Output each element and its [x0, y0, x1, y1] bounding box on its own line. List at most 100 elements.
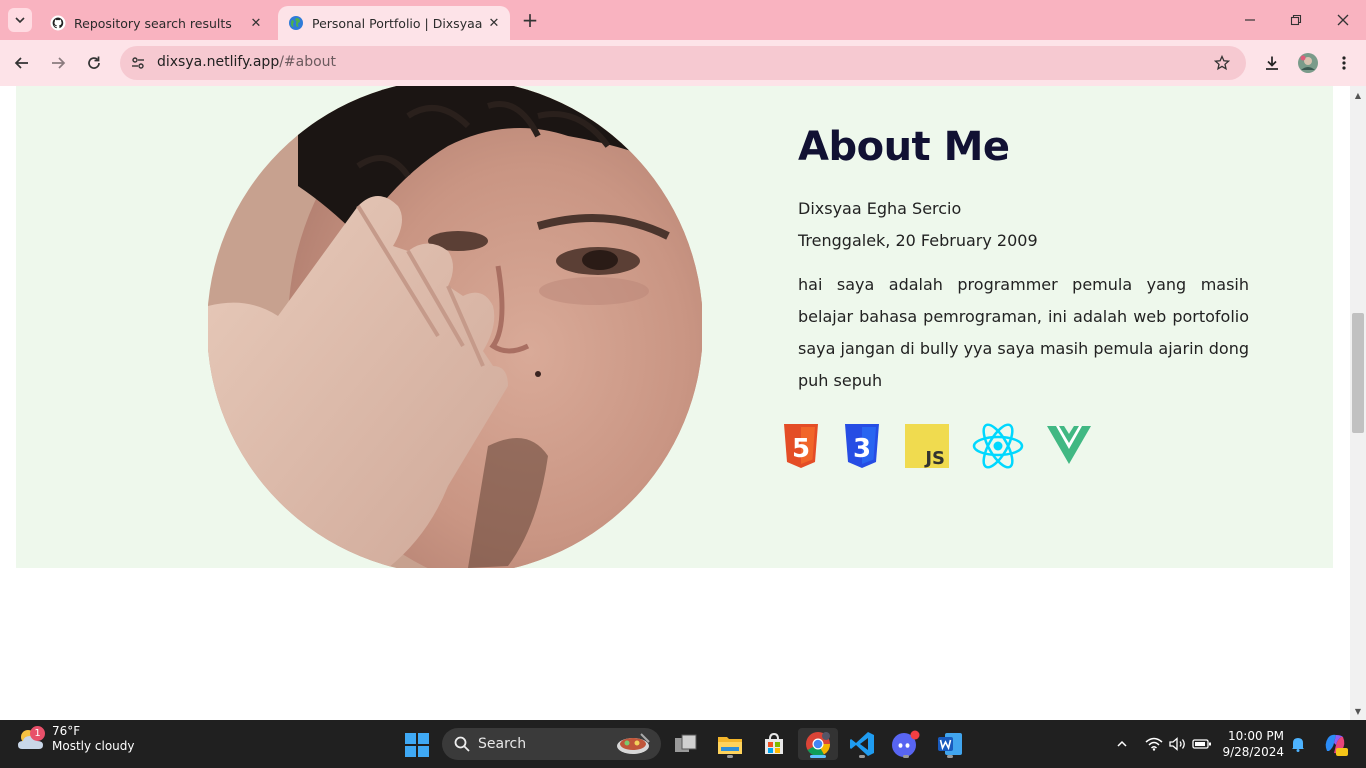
notifications-button[interactable]: [1288, 734, 1308, 754]
word-button[interactable]: [930, 728, 970, 760]
about-birth-info: Trenggalek, 20 February 2009: [798, 231, 1038, 250]
volume-icon: [1169, 737, 1185, 751]
scroll-up-arrow-icon[interactable]: ▲: [1350, 88, 1366, 102]
tab-strip: Repository search results ✕ Personal Por…: [0, 0, 1366, 40]
battery-icon: [1192, 739, 1211, 749]
react-icon: [971, 423, 1025, 469]
notification-badge: 1: [30, 726, 45, 741]
chrome-icon: [806, 732, 830, 757]
word-icon: [938, 733, 962, 755]
bookmark-button[interactable]: [1210, 51, 1234, 75]
volume-status[interactable]: [1168, 734, 1188, 754]
vscode-button[interactable]: [842, 728, 882, 760]
globe-icon: [289, 16, 303, 30]
taskbar: 76°F Mostly cloudy 1 Search 10:00 PM 9/2…: [0, 720, 1366, 768]
running-indicator: [727, 755, 733, 758]
profile-photo-image: [208, 86, 702, 568]
discord-button[interactable]: [886, 728, 926, 760]
tune-icon: [132, 57, 144, 69]
tab-personal-portfolio[interactable]: Personal Portfolio | Dixsyaa ✕: [278, 6, 510, 40]
wifi-status[interactable]: [1144, 734, 1164, 754]
avatar: [1298, 53, 1318, 73]
vue-icon: [1046, 423, 1092, 469]
search-highlight-icon: [617, 733, 650, 754]
downloads-button[interactable]: [1260, 51, 1284, 75]
chevron-down-icon: [15, 17, 25, 24]
javascript-icon-label: JS: [923, 448, 945, 468]
browser-menu-button[interactable]: [1332, 51, 1356, 75]
html5-icon: 5: [781, 423, 821, 469]
chevron-up-icon: [1117, 740, 1127, 747]
show-hidden-icons-button[interactable]: [1112, 734, 1132, 754]
javascript-icon: JS: [904, 423, 950, 469]
reload-button[interactable]: [82, 51, 106, 75]
running-indicator: [810, 755, 826, 758]
weather-temperature: 76°F: [52, 724, 81, 738]
restore-button[interactable]: [1284, 8, 1308, 32]
folder-icon: [718, 737, 742, 754]
minimize-button[interactable]: [1238, 8, 1262, 32]
forward-button[interactable]: [46, 51, 70, 75]
arrow-left-icon: [14, 57, 28, 69]
task-view-icon: [675, 734, 697, 752]
discord-icon: [892, 730, 920, 757]
download-icon: [1266, 56, 1278, 70]
new-tab-button[interactable]: +: [518, 10, 542, 32]
scroll-down-arrow-icon[interactable]: ▼: [1350, 704, 1366, 718]
url-host: dixsya.netlify.app: [157, 54, 280, 70]
css3-icon: 3: [842, 423, 882, 469]
tab-search-button[interactable]: [8, 8, 32, 32]
close-icon: [1337, 14, 1349, 26]
store-icon: [765, 732, 783, 754]
running-indicator: [947, 755, 953, 758]
tab-repository-search[interactable]: Repository search results ✕: [40, 6, 272, 40]
taskbar-clock[interactable]: 10:00 PM 9/28/2024: [1222, 728, 1284, 760]
clock-date: 9/28/2024: [1222, 745, 1284, 759]
restore-icon: [1290, 14, 1302, 26]
about-section: About Me Dixsyaa Egha Sercio Trenggalek,…: [16, 86, 1333, 568]
copilot-icon: [1325, 734, 1348, 756]
windows-icon: [405, 733, 429, 757]
taskbar-search-box[interactable]: Search: [442, 728, 661, 760]
url-path: /#about: [279, 54, 337, 70]
reload-icon: [88, 56, 100, 69]
about-heading: About Me: [798, 124, 1010, 170]
file-explorer-button[interactable]: [710, 728, 750, 760]
back-button[interactable]: [10, 51, 34, 75]
bell-icon: [1292, 738, 1304, 752]
tab-title: Repository search results: [74, 15, 232, 31]
url-text[interactable]: dixsya.netlify.app/#about: [157, 54, 336, 70]
tab-title: Personal Portfolio | Dixsyaa: [312, 15, 483, 31]
taskbar-search-label: Search: [478, 736, 527, 752]
running-indicator: [859, 755, 865, 758]
task-view-button[interactable]: [666, 728, 706, 760]
html5-icon-label: 5: [792, 434, 810, 464]
css3-icon-label: 3: [853, 434, 871, 464]
close-tab-icon[interactable]: ✕: [484, 13, 504, 33]
star-icon: [1214, 55, 1230, 71]
about-full-name: Dixsyaa Egha Sercio: [798, 199, 962, 218]
chrome-button[interactable]: [798, 728, 838, 760]
weather-condition: Mostly cloudy: [52, 739, 135, 753]
profile-button[interactable]: [1296, 51, 1320, 75]
close-tab-icon[interactable]: ✕: [246, 13, 266, 33]
github-icon: [50, 15, 66, 31]
page-viewport: About Me Dixsyaa Egha Sercio Trenggalek,…: [0, 86, 1350, 720]
page-scrollbar[interactable]: ▲ ▼: [1350, 86, 1366, 720]
battery-status[interactable]: [1192, 734, 1212, 754]
wifi-icon: [1145, 737, 1163, 751]
clock-time: 10:00 PM: [1228, 729, 1284, 743]
scrollbar-thumb[interactable]: [1352, 313, 1364, 433]
copilot-button[interactable]: [1322, 731, 1348, 757]
search-icon: [454, 736, 470, 752]
site-info-button[interactable]: [126, 51, 150, 75]
close-window-button[interactable]: [1331, 8, 1355, 32]
minimize-icon: [1245, 19, 1255, 21]
start-button[interactable]: [404, 732, 430, 758]
arrow-right-icon: [52, 57, 66, 69]
running-indicator: [903, 755, 909, 758]
vscode-icon: [850, 732, 874, 756]
more-vertical-icon: [1342, 56, 1346, 70]
profile-photo: [208, 86, 702, 568]
microsoft-store-button[interactable]: [754, 728, 794, 760]
